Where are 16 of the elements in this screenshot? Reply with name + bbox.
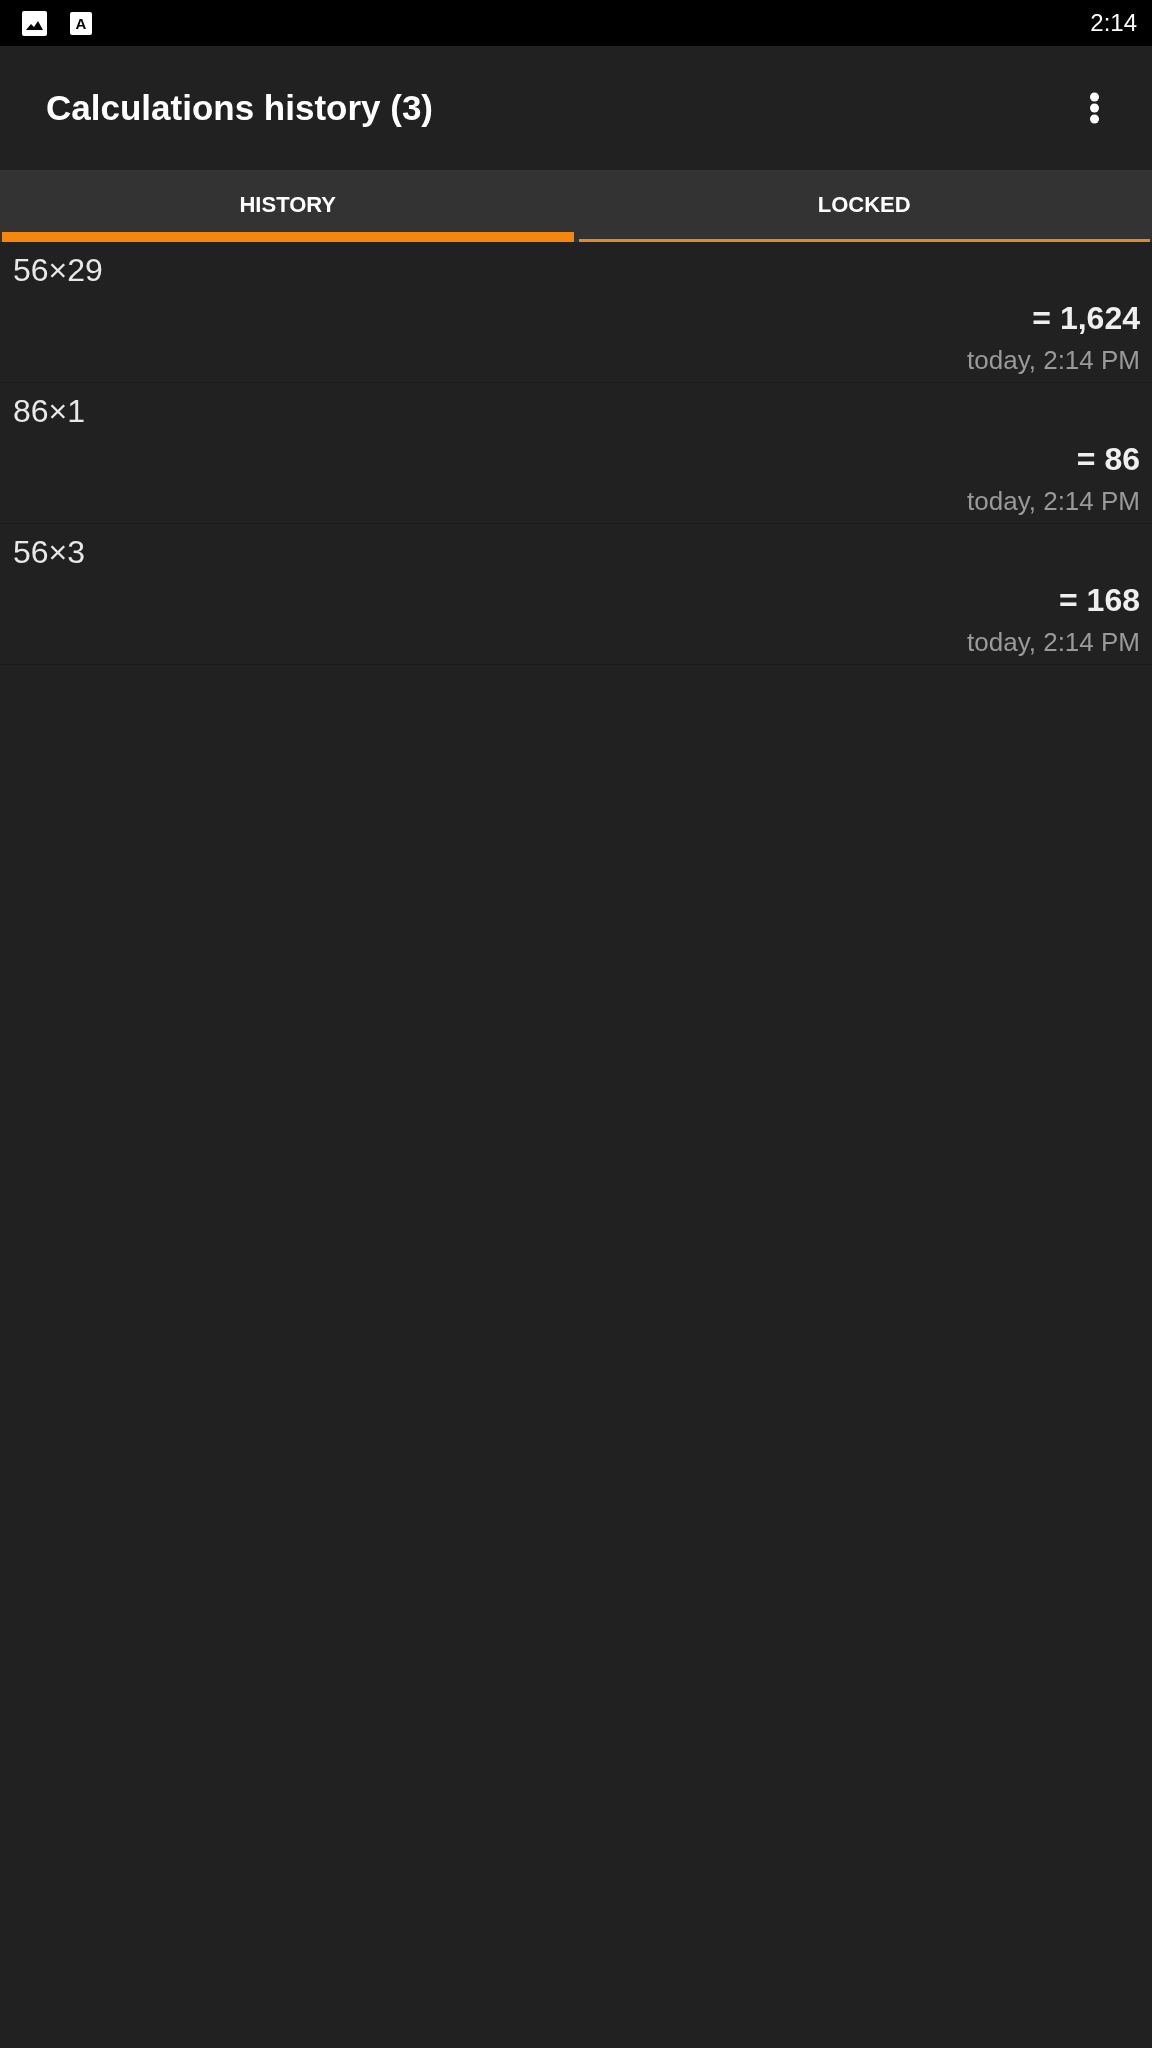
more-options-icon bbox=[1088, 92, 1100, 124]
calculation-expression: 86×1 bbox=[13, 392, 86, 431]
calculation-result: = 1,624 bbox=[1032, 299, 1140, 338]
calculation-result: = 86 bbox=[1076, 440, 1140, 479]
tab[interactable]: LOCKED bbox=[578, 170, 1150, 242]
calculation-time: today, 2:14 PM bbox=[967, 486, 1140, 516]
calculation-expression: 56×3 bbox=[13, 533, 86, 572]
calculation-time: today, 2:14 PM bbox=[967, 627, 1140, 657]
calculation-expression: 56×29 bbox=[13, 251, 103, 290]
app-notification-icon: A bbox=[70, 11, 92, 35]
calculation-time: today, 2:14 PM bbox=[967, 345, 1140, 375]
status-time: 2:14 bbox=[1090, 9, 1137, 37]
calculation-result: = 168 bbox=[1059, 581, 1140, 620]
image-notification-icon bbox=[22, 10, 47, 36]
screen-title: Calculations history (3) bbox=[46, 87, 435, 129]
tab[interactable]: HISTORY bbox=[2, 170, 574, 242]
